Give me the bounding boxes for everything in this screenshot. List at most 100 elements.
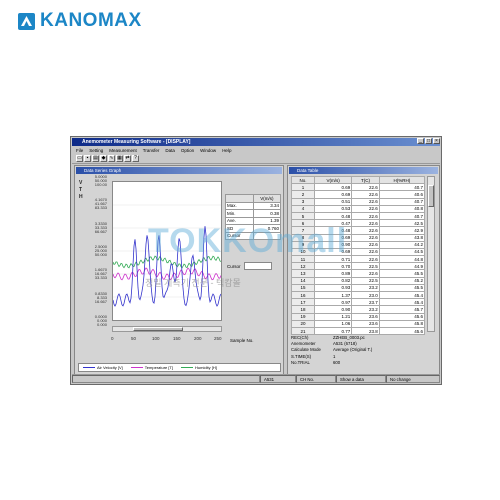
table-cell: 40.6 (378, 190, 426, 199)
table-cell: 18 (291, 305, 315, 314)
measure-icon[interactable]: ◆ (100, 155, 107, 162)
table-cell: 5 (291, 211, 315, 221)
table-cell: 0.69 (313, 183, 353, 192)
table-row[interactable]: 17 0.97 23.7 45.4 (291, 298, 426, 307)
help-icon[interactable]: ? (132, 155, 139, 162)
table-cell: 13 (291, 269, 315, 278)
table-row[interactable]: 18 0.90 23.2 45.7 (291, 305, 426, 314)
table-cell: 19 (291, 312, 315, 321)
table-cell: 1.21 (313, 312, 353, 321)
column-header[interactable]: No. (291, 175, 315, 185)
scroll-thumb[interactable] (133, 327, 183, 331)
stats-value: 3.34 (252, 201, 282, 210)
table-cell: 22.6 (351, 183, 380, 192)
table-row[interactable]: 12 0.70 22.5 44.9 (291, 262, 426, 271)
table-cell: 0.77 (313, 326, 353, 336)
table-row[interactable]: 15 0.93 23.2 45.5 (291, 283, 426, 293)
status-pane: Show a data (336, 375, 386, 383)
table-cell: 0.51 (313, 197, 353, 206)
table-cell: 22.5 (351, 262, 380, 271)
table-row[interactable]: 1 0.69 22.6 40.7 (291, 183, 426, 192)
table-cell: 23.2 (351, 305, 380, 314)
table-row[interactable]: 20 1.06 23.6 45.8 (291, 319, 426, 328)
table-row[interactable]: 4 0.53 22.6 40.8 (291, 204, 426, 213)
table-cell: 1.37 (313, 290, 353, 300)
menu-setting[interactable]: Setting (89, 147, 103, 154)
window-titlebar[interactable]: Anemometer Measuring Software - [DISPLAY… (72, 138, 440, 146)
table-row[interactable]: 19 1.21 23.6 45.6 (291, 312, 426, 321)
watermark: TOKKOmall (148, 222, 348, 260)
y-tick-label: 83.333 (94, 205, 107, 211)
minimize-icon[interactable]: _ (417, 138, 424, 144)
y-tick-label: 16.667 (94, 298, 107, 304)
column-header[interactable]: H(%RH) (378, 175, 426, 185)
legend-item-humidity[interactable]: Humidity [H] (181, 365, 217, 370)
column-header[interactable]: T(C) (351, 175, 380, 185)
x-tick: 200 (194, 336, 202, 341)
table-row[interactable]: 5 0.48 22.6 40.7 (291, 211, 426, 221)
menu-data[interactable]: Data (165, 147, 175, 154)
maximize-icon[interactable]: □ (425, 138, 432, 144)
legend-item-temperature[interactable]: Temperature [T] (130, 365, 173, 370)
table-cell: 45.6 (378, 312, 426, 321)
table-cell: 0.97 (313, 298, 353, 307)
menu-transfer[interactable]: Transfer (143, 147, 160, 154)
table-window-title: Data Table (289, 167, 438, 174)
stats-label: Min. (225, 209, 254, 218)
menu-measurement[interactable]: Measurement (109, 147, 137, 154)
table-cell: 3 (291, 197, 315, 206)
table-row[interactable]: 3 0.51 22.6 40.7 (291, 197, 426, 206)
cursor-field[interactable] (243, 262, 272, 270)
menu-help[interactable]: Help (222, 147, 231, 154)
save-icon[interactable]: ▪ (84, 155, 91, 162)
table-cell: 4 (291, 204, 315, 213)
watermark-caption: 정밀 계측기 전문 - 텍캄몰 (145, 278, 241, 288)
transfer-icon[interactable]: ⇄ (124, 155, 131, 162)
table-row[interactable]: 14 0.82 22.5 45.2 (291, 276, 426, 285)
column-header[interactable]: V(m/s) (313, 175, 353, 185)
table-cell: 22.6 (351, 204, 380, 213)
table-cell: 22.6 (351, 269, 380, 278)
y-tick-label: 0.000 (96, 322, 107, 327)
table-cell: 42.9 (378, 226, 426, 235)
table-cell: 23.8 (351, 326, 380, 336)
table-cell: 45.7 (378, 305, 426, 314)
status-pane (72, 375, 260, 383)
table-cell: 23.2 (351, 283, 380, 293)
table-cell: 45.4 (378, 290, 426, 300)
menu-file[interactable]: File (76, 147, 83, 154)
x-tick: 150 (173, 336, 181, 341)
open-icon[interactable]: ▭ (76, 155, 83, 162)
table-cell: 2 (291, 190, 315, 199)
window-title: Anemometer Measuring Software - [DISPLAY… (82, 139, 191, 145)
y-axis-letter-t: T (79, 187, 83, 193)
table-row[interactable]: 2 0.69 22.6 40.6 (291, 190, 426, 199)
menu-window[interactable]: Window (200, 147, 216, 154)
table-cell: 44.8 (378, 255, 426, 264)
scroll-thumb[interactable] (428, 185, 434, 207)
table-cell: 43.8 (378, 233, 426, 242)
table-icon[interactable]: ▦ (116, 155, 123, 162)
graph-window: Data Series Graph V T H 5.0000 50.000 100.… (74, 165, 284, 375)
table-cell: 22.6 (351, 197, 380, 206)
table-cell: 23.6 (351, 312, 380, 321)
legend-item-velocity[interactable]: Air Velocity [V] (83, 365, 123, 370)
x-tick: 50 (131, 336, 137, 341)
status-pane: CH No. (296, 375, 336, 383)
graph-icon[interactable]: ∿ (108, 155, 115, 162)
print-icon[interactable]: ▤ (92, 155, 99, 162)
menu-option[interactable]: Option (181, 147, 194, 154)
graph-horizontal-scrollbar[interactable] (112, 326, 222, 332)
table-row[interactable]: 21 0.77 23.8 45.6 (291, 326, 426, 336)
table-row[interactable]: 13 0.89 22.6 45.5 (291, 269, 426, 278)
cursor-label: Cursor (227, 263, 241, 269)
table-vertical-scrollbar[interactable] (427, 176, 435, 332)
y-tick-label: 100.00 (94, 182, 107, 187)
table-cell: 1.06 (313, 319, 353, 328)
window-controls: _ □ × (417, 138, 440, 144)
close-icon[interactable]: × (433, 138, 440, 144)
x-axis-label: Sample No. (230, 338, 254, 343)
info-value: 600 (333, 359, 341, 365)
y-axis-letter-v: V (79, 180, 83, 186)
table-row[interactable]: 16 1.37 23.0 45.4 (291, 290, 426, 300)
